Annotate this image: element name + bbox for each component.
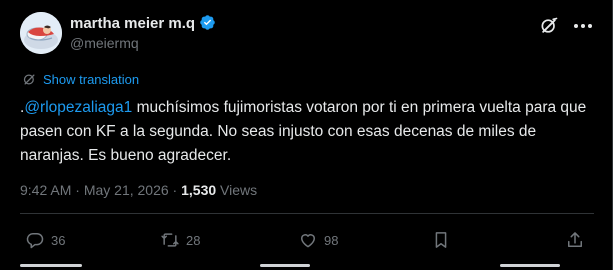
views-count: 1,530 <box>181 182 217 198</box>
reply-button[interactable]: 36 <box>25 230 65 250</box>
tweet-meta: 9:42 AM · May 21, 2026 · 1,530 Views <box>20 182 257 198</box>
more-icon[interactable] <box>572 20 594 32</box>
verified-badge-icon[interactable] <box>199 14 216 31</box>
grok-icon[interactable] <box>539 16 559 36</box>
bookmark-icon <box>435 232 447 248</box>
translate-icon <box>23 74 35 85</box>
tweet-time[interactable]: 9:42 AM <box>20 182 71 198</box>
reply-count: 36 <box>51 232 66 248</box>
avatar-image <box>20 12 62 54</box>
tweet-text: .@rlopezaliaga1 muchísimos fujimoristas … <box>20 96 600 168</box>
more-dot <box>581 24 585 28</box>
tweet-date[interactable]: May 21, 2026 <box>84 182 169 198</box>
views-label: Views <box>216 182 258 198</box>
peek-fragment <box>500 264 560 267</box>
show-translation-button[interactable]: Show translation <box>22 72 139 87</box>
user-handle[interactable]: @meiermq <box>70 35 139 51</box>
meta-separator: · <box>168 182 182 198</box>
peek-fragment <box>20 264 82 267</box>
display-name[interactable]: martha meier m.q <box>70 14 216 32</box>
mention-link[interactable]: @rlopezaliaga1 <box>24 99 132 116</box>
tweet-card[interactable]: martha meier m.q @meiermq Show translati… <box>0 0 613 270</box>
peek-fragment <box>260 264 310 267</box>
avatar[interactable] <box>20 12 62 54</box>
more-dot <box>574 24 578 28</box>
repost-button[interactable]: 28 <box>160 230 200 250</box>
meta-separator: · <box>71 182 84 198</box>
divider <box>20 213 594 214</box>
display-name-text: martha meier m.q <box>70 15 196 32</box>
heart-icon <box>301 234 315 248</box>
show-translation-label: Show translation <box>43 72 140 87</box>
share-icon <box>568 232 582 247</box>
reply-icon <box>26 232 44 249</box>
share-button[interactable] <box>565 230 585 250</box>
more-dot <box>588 24 592 28</box>
bookmark-button[interactable] <box>431 230 451 250</box>
like-button[interactable]: 98 <box>298 230 338 250</box>
action-bar: 36 28 98 <box>20 230 590 254</box>
like-count: 98 <box>324 232 339 248</box>
repost-count: 28 <box>186 232 201 248</box>
repost-icon <box>161 233 179 247</box>
next-item-peek <box>20 264 594 270</box>
